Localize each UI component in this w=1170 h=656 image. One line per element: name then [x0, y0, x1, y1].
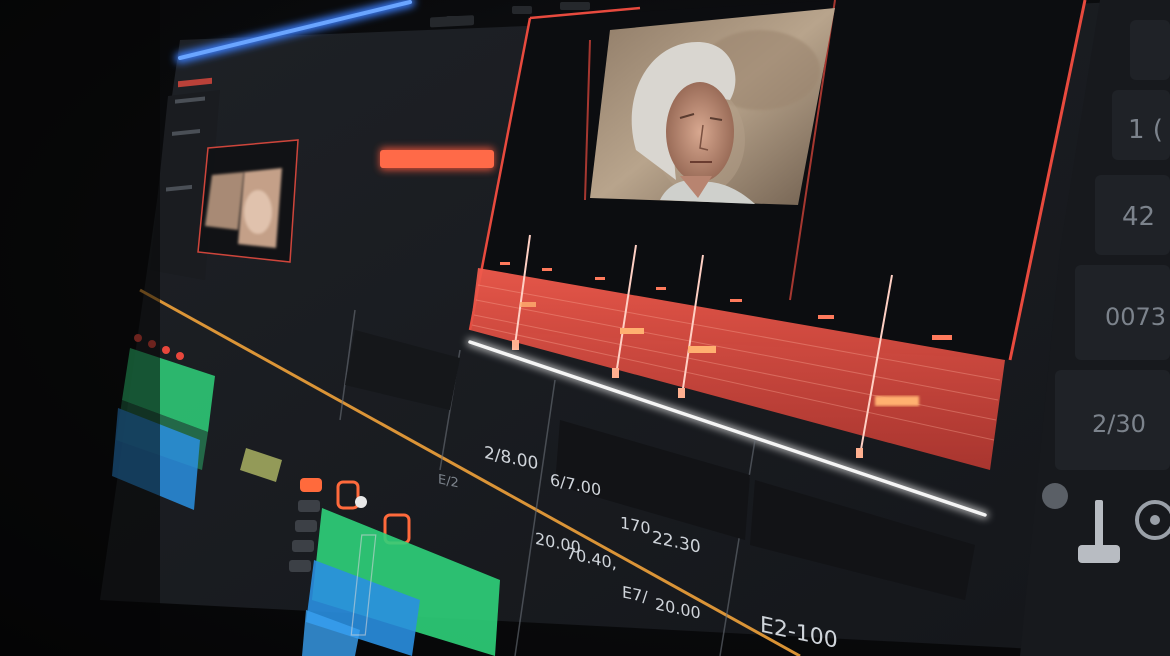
editor-canvas: 2/8.00 6/7.00 170 22.30 20.00 70.40, E7/…	[0, 0, 1170, 656]
side-readout-4: 2/30	[1092, 410, 1146, 438]
video-editor-screen-photo: 2/8.00 6/7.00 170 22.30 20.00 70.40, E7/…	[0, 0, 1170, 656]
side-readout-1: 1 (	[1128, 115, 1163, 145]
record-button[interactable]	[300, 478, 322, 492]
in-out-marker[interactable]	[380, 148, 494, 170]
video-frame	[590, 8, 835, 205]
side-readout-2: 42	[1122, 202, 1155, 232]
source-monitor[interactable]	[197, 139, 299, 263]
side-readout-3: 0073	[1105, 303, 1166, 331]
jog-knob[interactable]	[1042, 483, 1068, 509]
